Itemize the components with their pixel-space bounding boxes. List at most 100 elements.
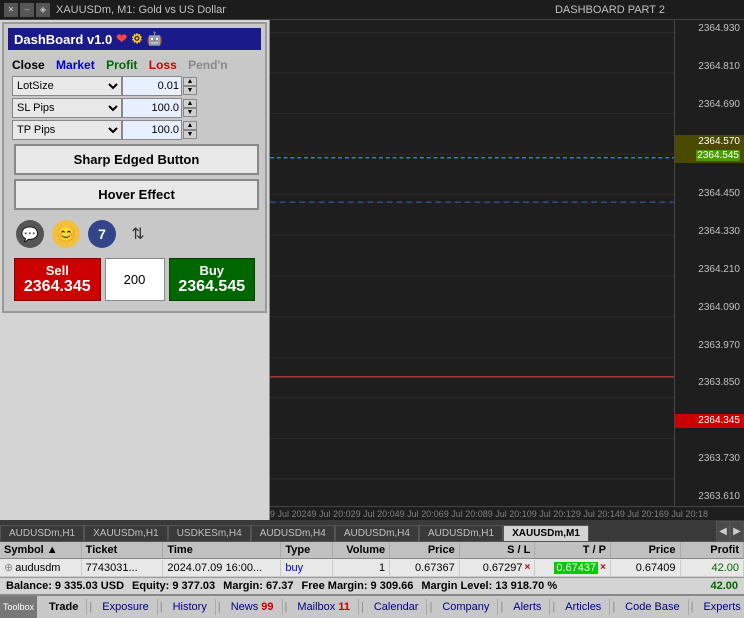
- th-time[interactable]: Time: [163, 542, 281, 558]
- chart-canvas[interactable]: [270, 20, 674, 506]
- tab-audusdm-h4-1[interactable]: AUDUSDm,H4: [251, 525, 335, 541]
- profit-label: Profit: [106, 58, 137, 72]
- lotsize-spinner[interactable]: ▲ ▼: [183, 77, 197, 95]
- dashboard-title-text: DashBoard v1.0: [14, 32, 112, 47]
- tab-audusdm-h1-2[interactable]: AUDUSDm,H1: [419, 525, 503, 541]
- tab-audusdm-h1-1[interactable]: AUDUSDm,H1: [0, 525, 84, 541]
- tp-select[interactable]: TP Pips: [12, 120, 122, 140]
- symbol-value: audusdm: [15, 562, 60, 574]
- tab-usdkesm-h4[interactable]: USDKESm,H4: [168, 525, 251, 541]
- balance-row: Balance: 9 335.03 USD Equity: 9 377.03 M…: [0, 577, 744, 594]
- sort-icon[interactable]: ⇅: [124, 220, 152, 248]
- price-label-12: 2363.730: [675, 452, 744, 466]
- bottom-tab-exposure[interactable]: Exposure: [94, 599, 157, 615]
- time-label-7: 9 Jul 20:14: [576, 509, 620, 519]
- price-label-3: 2364.690: [675, 98, 744, 112]
- row-expand-icon[interactable]: ⊕: [4, 561, 13, 574]
- th-type[interactable]: Type: [281, 542, 332, 558]
- bottom-tab-trade[interactable]: Trade: [41, 599, 87, 615]
- time-label-4: 9 Jul 20:08: [444, 509, 488, 519]
- title-bar-icons: ✕ – ◈: [4, 3, 50, 17]
- margin-level-text: Margin Level: 13 918.70 %: [421, 580, 557, 592]
- bottom-tab-codebase[interactable]: Code Base: [617, 599, 688, 615]
- tp-spinner[interactable]: ▲ ▼: [183, 121, 197, 139]
- tab-xauusdm-h1[interactable]: XAUUSDm,H1: [84, 525, 168, 541]
- sl-select[interactable]: SL Pips: [12, 98, 122, 118]
- lot-input[interactable]: 200: [105, 258, 165, 301]
- chart-svg: [270, 20, 674, 506]
- th-price[interactable]: Price: [390, 542, 460, 558]
- lotsize-down[interactable]: ▼: [183, 86, 197, 95]
- close-icon[interactable]: ✕: [4, 3, 18, 17]
- chart-and-panel: DashBoard v1.0 ❤ ⚙ 🤖 Close Market Profit…: [0, 20, 744, 520]
- time-label-5: 9 Jul 20:10: [488, 509, 532, 519]
- td-volume: 1: [333, 560, 390, 576]
- th-symbol[interactable]: Symbol ▲: [0, 542, 82, 558]
- price-label-2: 2364.810: [675, 60, 744, 74]
- tp-row: TP Pips ▲ ▼: [12, 120, 257, 140]
- time-label-9: 9 Jul 20:18: [664, 509, 708, 519]
- bottom-tab-alerts[interactable]: Alerts: [505, 599, 550, 615]
- th-volume[interactable]: Volume: [333, 542, 390, 558]
- th-tp[interactable]: T / P: [535, 542, 611, 558]
- lotsize-select[interactable]: LotSize: [12, 76, 122, 96]
- tp-down[interactable]: ▼: [183, 130, 197, 139]
- number-icon[interactable]: 7: [88, 220, 116, 248]
- tab-right-arrow[interactable]: ▶: [730, 521, 744, 541]
- bottom-tab-bar: Toolbox Trade | Exposure | History | New…: [0, 594, 744, 618]
- sl-down[interactable]: ▼: [183, 108, 197, 117]
- price-label-8: 2364.090: [675, 301, 744, 315]
- toolbox-label[interactable]: Toolbox: [0, 596, 37, 618]
- bottom-tab-experts[interactable]: Experts: [695, 599, 744, 615]
- td-time: 2024.07.09 16:00...: [163, 560, 281, 576]
- bottom-tab-news[interactable]: News 99: [223, 599, 283, 615]
- tab-audusdm-h4-2[interactable]: AUDUSDm,H4: [335, 525, 419, 541]
- td-price: 0.67367: [390, 560, 460, 576]
- sl-spinner[interactable]: ▲ ▼: [183, 99, 197, 117]
- time-label-1: 9 Jul 20:02: [312, 509, 356, 519]
- buy-price: 2364.545: [178, 278, 247, 296]
- title-bar: ✕ – ◈ XAUUSDm, M1: Gold vs US Dollar DAS…: [0, 0, 744, 20]
- close-label: Close: [12, 58, 45, 72]
- price-label-red: 2364.345: [675, 414, 744, 428]
- minimize-icon[interactable]: –: [20, 3, 34, 17]
- buy-button[interactable]: Buy 2364.545: [169, 258, 256, 301]
- chart-column: 2364.930 2364.810 2364.690 2364.5702364.…: [270, 20, 744, 520]
- tab-left-arrow[interactable]: ◀: [716, 521, 730, 541]
- bottom-tab-articles[interactable]: Articles: [557, 599, 610, 615]
- chat-icon[interactable]: 💬: [16, 220, 44, 248]
- tp-close-btn[interactable]: ×: [600, 562, 606, 573]
- sl-input[interactable]: [122, 98, 182, 118]
- hover-button[interactable]: Hover Effect: [14, 179, 259, 210]
- tp-input[interactable]: [122, 120, 182, 140]
- bottom-tab-company[interactable]: Company: [434, 599, 498, 615]
- time-label-8: 9 Jul 20:16: [620, 509, 664, 519]
- th-sl[interactable]: S / L: [460, 542, 536, 558]
- smiley-icon[interactable]: 😊: [52, 220, 80, 248]
- bottom-tab-mailbox[interactable]: Mailbox 11: [289, 599, 359, 615]
- robot-icon: 🤖: [147, 31, 163, 47]
- icon-row: 💬 😊 7 ⇅: [12, 214, 257, 254]
- chart-icon[interactable]: ◈: [36, 3, 50, 17]
- sharp-button[interactable]: Sharp Edged Button: [14, 144, 259, 175]
- lotsize-input[interactable]: [122, 76, 182, 96]
- sell-button[interactable]: Sell 2364.345: [14, 258, 101, 301]
- bottom-tab-calendar[interactable]: Calendar: [366, 599, 428, 615]
- tab-xauusdm-m1[interactable]: XAUUSDm,M1: [503, 525, 589, 541]
- time-label-2: 9 Jul 20:04: [356, 509, 400, 519]
- bottom-tab-history[interactable]: History: [165, 599, 216, 615]
- th-ticket[interactable]: Ticket: [82, 542, 164, 558]
- total-profit: 42.00: [710, 580, 738, 592]
- chart-description: Gold vs US Dollar: [139, 4, 226, 16]
- sl-close-btn[interactable]: ×: [525, 562, 531, 573]
- lotsize-up[interactable]: ▲: [183, 77, 197, 86]
- tp-up[interactable]: ▲: [183, 121, 197, 130]
- price-label-highlight: 2364.5702364.545: [675, 135, 744, 163]
- td-symbol: ⊕ audusdm: [0, 559, 82, 576]
- trade-row: Sell 2364.345 200 Buy 2364.545: [12, 254, 257, 305]
- gear-icon: ⚙: [131, 31, 143, 47]
- th-price2[interactable]: Price: [611, 542, 681, 558]
- sl-up[interactable]: ▲: [183, 99, 197, 108]
- tp-value: 0.67437: [554, 562, 598, 574]
- th-profit[interactable]: Profit: [681, 542, 744, 558]
